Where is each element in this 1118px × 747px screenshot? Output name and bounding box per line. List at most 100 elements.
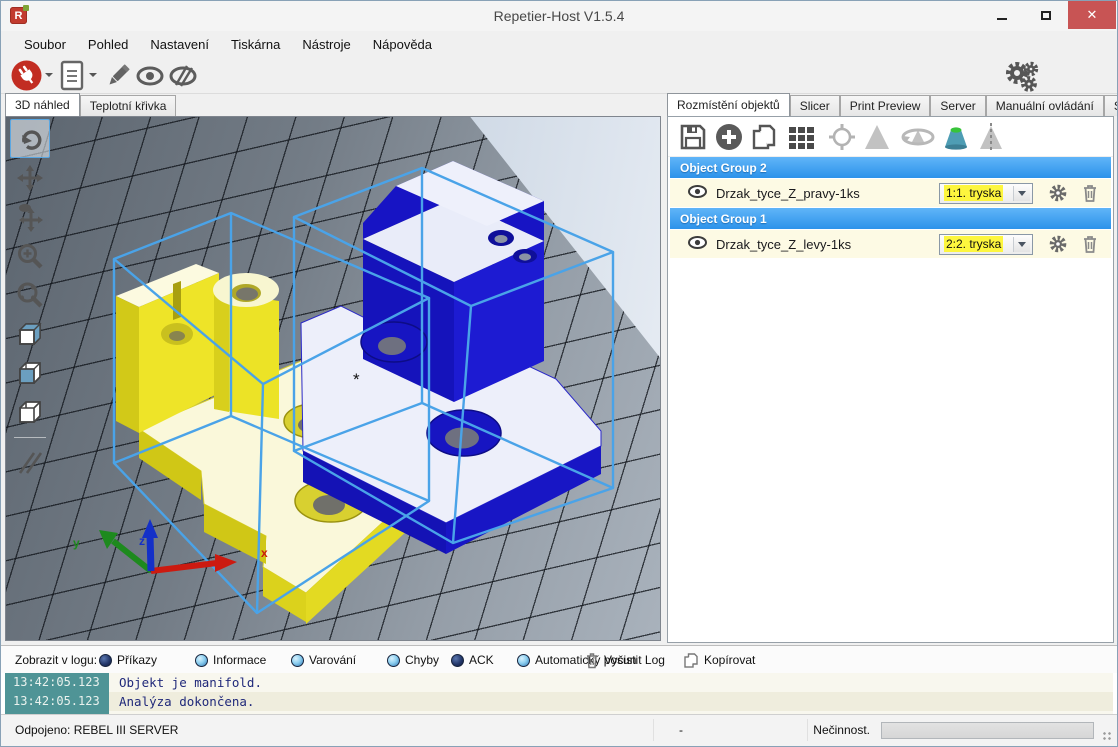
center-object-button[interactable] bbox=[826, 122, 858, 157]
delete-object-button[interactable] bbox=[1081, 183, 1099, 208]
cube-front-icon bbox=[15, 358, 45, 388]
menu-tiskarna[interactable]: Tiskárna bbox=[220, 33, 291, 56]
object-row[interactable]: Drzak_tyce_Z_pravy-1ks 1:1. tryska bbox=[670, 179, 1111, 207]
connect-dropdown[interactable] bbox=[45, 69, 53, 81]
status-bar: Odpojeno: REBEL III SERVER - Nečinnost. bbox=[1, 714, 1117, 747]
app-logo-icon: R bbox=[10, 7, 27, 24]
dropdown-arrow-icon bbox=[1013, 186, 1030, 201]
delete-object-button[interactable] bbox=[1081, 234, 1099, 259]
connect-button[interactable] bbox=[11, 60, 42, 91]
visibility-eye-icon[interactable] bbox=[688, 235, 707, 255]
rotate-object-button[interactable] bbox=[900, 122, 936, 157]
toggle-circle-icon bbox=[291, 654, 304, 667]
filter-varovani-toggle[interactable]: Varování bbox=[291, 646, 356, 674]
blue-model[interactable] bbox=[301, 161, 601, 554]
grid-icon bbox=[786, 122, 818, 152]
copy-object-button[interactable] bbox=[750, 122, 780, 157]
parallel-projection-button[interactable] bbox=[10, 443, 50, 482]
tab-teplotni-krivka[interactable]: Teplotní křivka bbox=[80, 95, 177, 116]
object-settings-button[interactable] bbox=[1049, 184, 1067, 207]
resize-grip-icon[interactable] bbox=[1102, 731, 1112, 741]
object-row[interactable]: Drzak_tyce_Z_levy-1ks 2:2. tryska bbox=[670, 230, 1111, 258]
title-bar[interactable]: R Repetier-Host V1.5.4 ✕ bbox=[1, 1, 1117, 31]
hide-travel-button[interactable] bbox=[167, 63, 199, 89]
menu-napoveda[interactable]: Nápověda bbox=[362, 33, 443, 56]
axis-z-label: z bbox=[139, 534, 145, 548]
zoom-fit-button[interactable] bbox=[10, 275, 50, 314]
tab-print-preview[interactable]: Print Preview bbox=[840, 95, 931, 116]
menu-pohled[interactable]: Pohled bbox=[77, 33, 139, 56]
log-message: Analýza dokončena. bbox=[119, 694, 254, 709]
viewport-tabs: 3D náhled Teplotní křivka bbox=[5, 94, 663, 116]
filter-chyby-toggle[interactable]: Chyby bbox=[387, 646, 439, 674]
pencil-icon bbox=[103, 61, 133, 91]
object-settings-button[interactable] bbox=[1049, 235, 1067, 258]
caret-down-icon bbox=[45, 73, 53, 81]
close-button[interactable]: ✕ bbox=[1068, 1, 1116, 29]
zoom-in-button[interactable] bbox=[10, 236, 50, 275]
status-divider bbox=[653, 719, 654, 741]
load-button[interactable] bbox=[59, 60, 85, 91]
clear-log-button[interactable]: Vyčistit Log bbox=[585, 646, 665, 674]
lay-flat-button[interactable] bbox=[976, 122, 1006, 157]
object-group-header[interactable]: Object Group 2 bbox=[670, 157, 1111, 178]
filter-informace-toggle[interactable]: Informace bbox=[195, 646, 266, 674]
move-eye-icon bbox=[15, 202, 45, 232]
scale-object-button[interactable] bbox=[862, 122, 892, 157]
copy-log-button[interactable]: Kopírovat bbox=[683, 646, 755, 674]
menu-nastroje[interactable]: Nástroje bbox=[291, 33, 361, 56]
tab-manualni-ovladani[interactable]: Manuální ovládání bbox=[986, 95, 1104, 116]
front-view-button[interactable] bbox=[10, 353, 50, 392]
printer-settings-button[interactable] bbox=[1003, 59, 1041, 93]
minimize-button[interactable] bbox=[980, 1, 1024, 29]
load-dropdown[interactable] bbox=[89, 69, 97, 81]
tab-server[interactable]: Server bbox=[930, 95, 985, 116]
document-icon bbox=[59, 60, 85, 91]
tab-slicer[interactable]: Slicer bbox=[790, 95, 840, 116]
extruder-value: 1:1. tryska bbox=[944, 185, 1003, 201]
extruder-select[interactable]: 2:2. tryska bbox=[939, 234, 1033, 255]
add-object-button[interactable] bbox=[714, 122, 744, 157]
tab-3d-nahled[interactable]: 3D náhled bbox=[5, 93, 80, 116]
maximize-button[interactable] bbox=[1024, 1, 1068, 29]
filter-ack-toggle[interactable]: ACK bbox=[451, 646, 494, 674]
object-group-header[interactable]: Object Group 1 bbox=[670, 208, 1111, 229]
extruder-value: 2:2. tryska bbox=[944, 236, 1003, 252]
menu-soubor[interactable]: Soubor bbox=[13, 33, 77, 56]
toggle-circle-icon bbox=[387, 654, 400, 667]
object-name: Drzak_tyce_Z_pravy-1ks bbox=[716, 186, 860, 201]
visibility-eye-icon[interactable] bbox=[688, 184, 707, 204]
top-view-button[interactable] bbox=[10, 392, 50, 431]
menu-nastaveni[interactable]: Nastavení bbox=[139, 33, 220, 56]
toggle-circle-icon bbox=[517, 654, 530, 667]
view-toolbar bbox=[10, 119, 50, 482]
iso-view-button[interactable] bbox=[10, 314, 50, 353]
cut-object-button[interactable] bbox=[940, 122, 972, 157]
show-filament-button[interactable] bbox=[135, 63, 165, 89]
log-message: Objekt je manifold. bbox=[119, 675, 262, 690]
edit-object-button[interactable] bbox=[103, 61, 133, 91]
rotate-view-button[interactable] bbox=[10, 119, 50, 158]
extruder-select[interactable]: 1:1. tryska bbox=[939, 183, 1033, 204]
log-area[interactable]: 13:42:05.123 13:42:05.123 Objekt je mani… bbox=[1, 673, 1117, 714]
object-panel-body: Object Group 2 Drzak_tyce_Z_pravy-1ks 1:… bbox=[667, 116, 1114, 643]
tab-sd-karta[interactable]: SD karta bbox=[1104, 95, 1118, 116]
minimize-icon bbox=[997, 18, 1007, 20]
floppy-icon bbox=[678, 122, 708, 152]
cursor-marker: * bbox=[353, 370, 360, 389]
3d-viewport[interactable]: * x y z bbox=[5, 116, 661, 641]
main-toolbar: EASY bbox=[1, 57, 1117, 94]
object-panel: Rozmístění objektů Slicer Print Preview … bbox=[667, 94, 1114, 643]
cube-iso-icon bbox=[15, 319, 45, 349]
filter-prikazy-toggle[interactable]: Příkazy bbox=[99, 646, 157, 674]
move-view-button[interactable] bbox=[10, 158, 50, 197]
rotate-icon bbox=[16, 125, 44, 153]
autoposition-button[interactable] bbox=[786, 122, 818, 157]
save-button[interactable] bbox=[678, 122, 708, 157]
window-title: Repetier-Host V1.5.4 bbox=[1, 8, 1117, 24]
plug-icon bbox=[11, 60, 42, 91]
move-viewpoint-button[interactable] bbox=[10, 197, 50, 236]
tab-rozmisteni-objektu[interactable]: Rozmístění objektů bbox=[667, 93, 790, 116]
lay-flat-icon bbox=[976, 122, 1006, 152]
close-icon: ✕ bbox=[1087, 7, 1098, 23]
